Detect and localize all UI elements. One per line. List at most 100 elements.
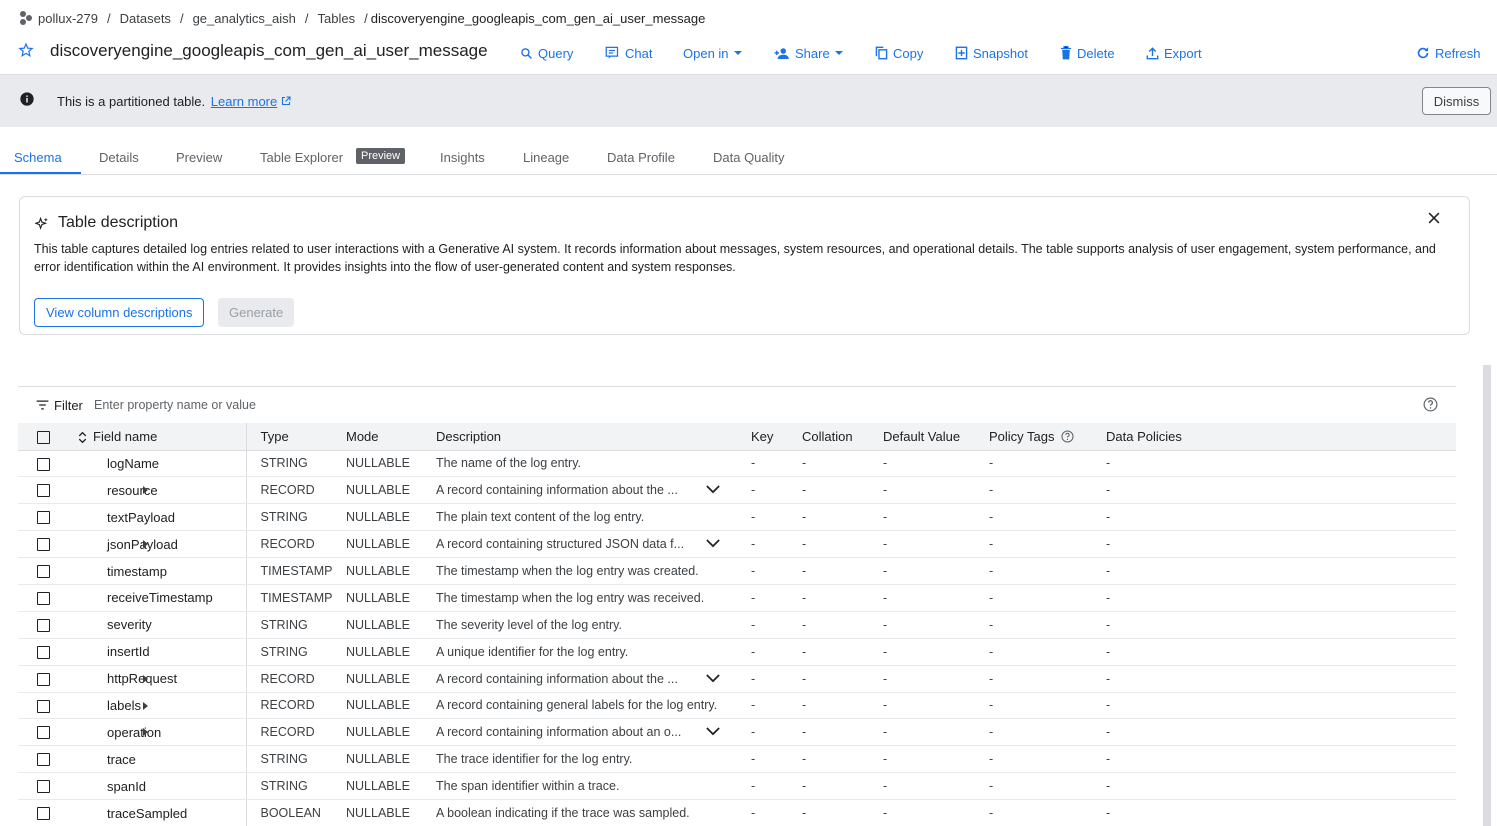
data-policies-cell: - <box>1106 476 1456 505</box>
row-checkbox[interactable] <box>37 618 50 632</box>
tab-lineage[interactable]: Lineage <box>523 150 569 165</box>
type-cell: BOOLEAN <box>246 799 346 826</box>
help-icon[interactable] <box>1061 430 1074 443</box>
expand-arrow-icon[interactable] <box>143 540 148 549</box>
snapshot-button[interactable]: Snapshot <box>955 44 1028 62</box>
collation-cell: - <box>802 476 883 505</box>
key-cell: - <box>751 638 802 666</box>
row-checkbox[interactable] <box>37 699 50 713</box>
policy-tags-cell: - <box>989 584 1106 612</box>
row-checkbox[interactable] <box>37 511 50 525</box>
tab-insights[interactable]: Insights <box>440 150 485 165</box>
collation-header: Collation <box>802 423 883 451</box>
default-value-cell: - <box>883 476 989 505</box>
row-checkbox[interactable] <box>37 457 50 471</box>
tab-preview[interactable]: Preview <box>176 150 222 165</box>
default-value-cell: - <box>883 692 989 720</box>
filter-bar: Filter <box>18 386 1456 422</box>
open-in-label: Open in <box>683 45 729 61</box>
refresh-button[interactable]: Refresh <box>1416 44 1481 62</box>
expand-arrow-icon[interactable] <box>143 701 148 710</box>
default-value-cell: - <box>883 799 989 826</box>
view-column-descriptions-button[interactable]: View column descriptions <box>34 298 205 327</box>
expand-arrow-icon[interactable] <box>143 728 148 737</box>
row-checkbox[interactable] <box>37 645 50 659</box>
field-name: textPayload <box>107 509 175 525</box>
close-icon[interactable] <box>1427 211 1441 225</box>
expand-arrow-icon[interactable] <box>143 486 148 495</box>
export-button[interactable]: Export <box>1146 44 1202 62</box>
row-select-cell <box>18 530 78 559</box>
filter-input[interactable] <box>94 395 594 415</box>
breadcrumb: pollux-279 / Datasets / ge_analytics_ais… <box>18 9 705 27</box>
breadcrumb-datasets[interactable]: Datasets <box>120 11 171 26</box>
table-row: resource RECORD NULLABLE A record contai… <box>18 476 1456 505</box>
select-all-cell <box>18 423 78 451</box>
tab-table-explorer[interactable]: Table Explorer <box>260 150 343 165</box>
description-cell: A record containing information about an… <box>436 718 751 747</box>
key-cell: - <box>751 450 802 478</box>
row-checkbox[interactable] <box>37 726 50 740</box>
data-policies-cell: - <box>1106 530 1456 559</box>
key-cell: - <box>751 772 802 801</box>
breadcrumb-separator: / <box>364 10 368 26</box>
chevron-down-icon[interactable] <box>706 674 720 683</box>
query-button[interactable]: Query <box>520 44 573 62</box>
default-value-cell: - <box>883 745 989 774</box>
open-in-button[interactable]: Open in <box>683 44 742 62</box>
breadcrumb-dataset[interactable]: ge_analytics_aish <box>193 11 296 26</box>
delete-button[interactable]: Delete <box>1060 44 1115 62</box>
chevron-down-icon[interactable] <box>706 539 720 548</box>
chevron-down-icon[interactable] <box>706 485 720 494</box>
dismiss-button[interactable]: Dismiss <box>1422 87 1491 115</box>
scrollbar[interactable] <box>1483 365 1491 826</box>
policy-tags-cell: - <box>989 665 1106 693</box>
row-checkbox[interactable] <box>37 565 50 579</box>
row-checkbox[interactable] <box>37 780 50 794</box>
key-cell: - <box>751 665 802 693</box>
table-row: logName STRING NULLABLE The name of the … <box>18 450 1456 478</box>
description-text: A record containing information about th… <box>436 671 678 686</box>
star-icon[interactable] <box>18 42 34 58</box>
refresh-label: Refresh <box>1435 45 1481 61</box>
field-name: traceSampled <box>107 805 188 821</box>
filter-icon <box>36 400 49 410</box>
description-cell: The span identifier within a trace. <box>436 772 751 801</box>
key-header: Key <box>751 423 802 451</box>
breadcrumb-separator: / <box>179 10 184 26</box>
breadcrumb-project[interactable]: pollux-279 <box>38 11 98 26</box>
expand-arrow-icon[interactable] <box>143 674 148 683</box>
row-checkbox[interactable] <box>37 592 50 605</box>
tab-data-quality[interactable]: Data Quality <box>713 150 785 165</box>
mode-cell: NULLABLE <box>346 718 436 747</box>
mode-cell: NULLABLE <box>346 557 436 585</box>
row-checkbox[interactable] <box>37 484 50 498</box>
select-all-checkbox[interactable] <box>37 430 50 444</box>
help-icon[interactable] <box>1423 397 1438 412</box>
learn-more-link[interactable]: Learn more <box>211 94 277 109</box>
mode-cell: NULLABLE <box>346 638 436 666</box>
description-cell: A record containing information about th… <box>436 476 751 505</box>
field-cell: resource <box>78 476 247 505</box>
breadcrumb-tables[interactable]: Tables <box>318 11 356 26</box>
row-checkbox[interactable] <box>37 753 50 767</box>
sort-icon[interactable] <box>78 431 87 444</box>
info-icon <box>20 92 34 106</box>
chevron-down-icon[interactable] <box>706 727 720 736</box>
field-cell: httpRequest <box>78 665 247 693</box>
tab-data-profile[interactable]: Data Profile <box>607 150 675 165</box>
copy-button[interactable]: Copy <box>875 44 923 62</box>
chat-button[interactable]: Chat <box>605 44 652 62</box>
collation-cell: - <box>802 638 883 666</box>
tab-schema[interactable]: Schema <box>14 150 62 165</box>
collation-cell: - <box>802 557 883 585</box>
row-checkbox[interactable] <box>37 538 50 552</box>
field-name-header[interactable]: Field name <box>78 423 247 451</box>
share-button[interactable]: Share <box>774 44 843 62</box>
row-checkbox[interactable] <box>37 807 50 821</box>
data-policies-cell: - <box>1106 772 1456 801</box>
partition-banner: This is a partitioned table. Learn more … <box>0 74 1497 127</box>
row-checkbox[interactable] <box>37 672 50 686</box>
description-cell: A record containing general labels for t… <box>436 692 751 720</box>
tab-details[interactable]: Details <box>99 150 139 165</box>
